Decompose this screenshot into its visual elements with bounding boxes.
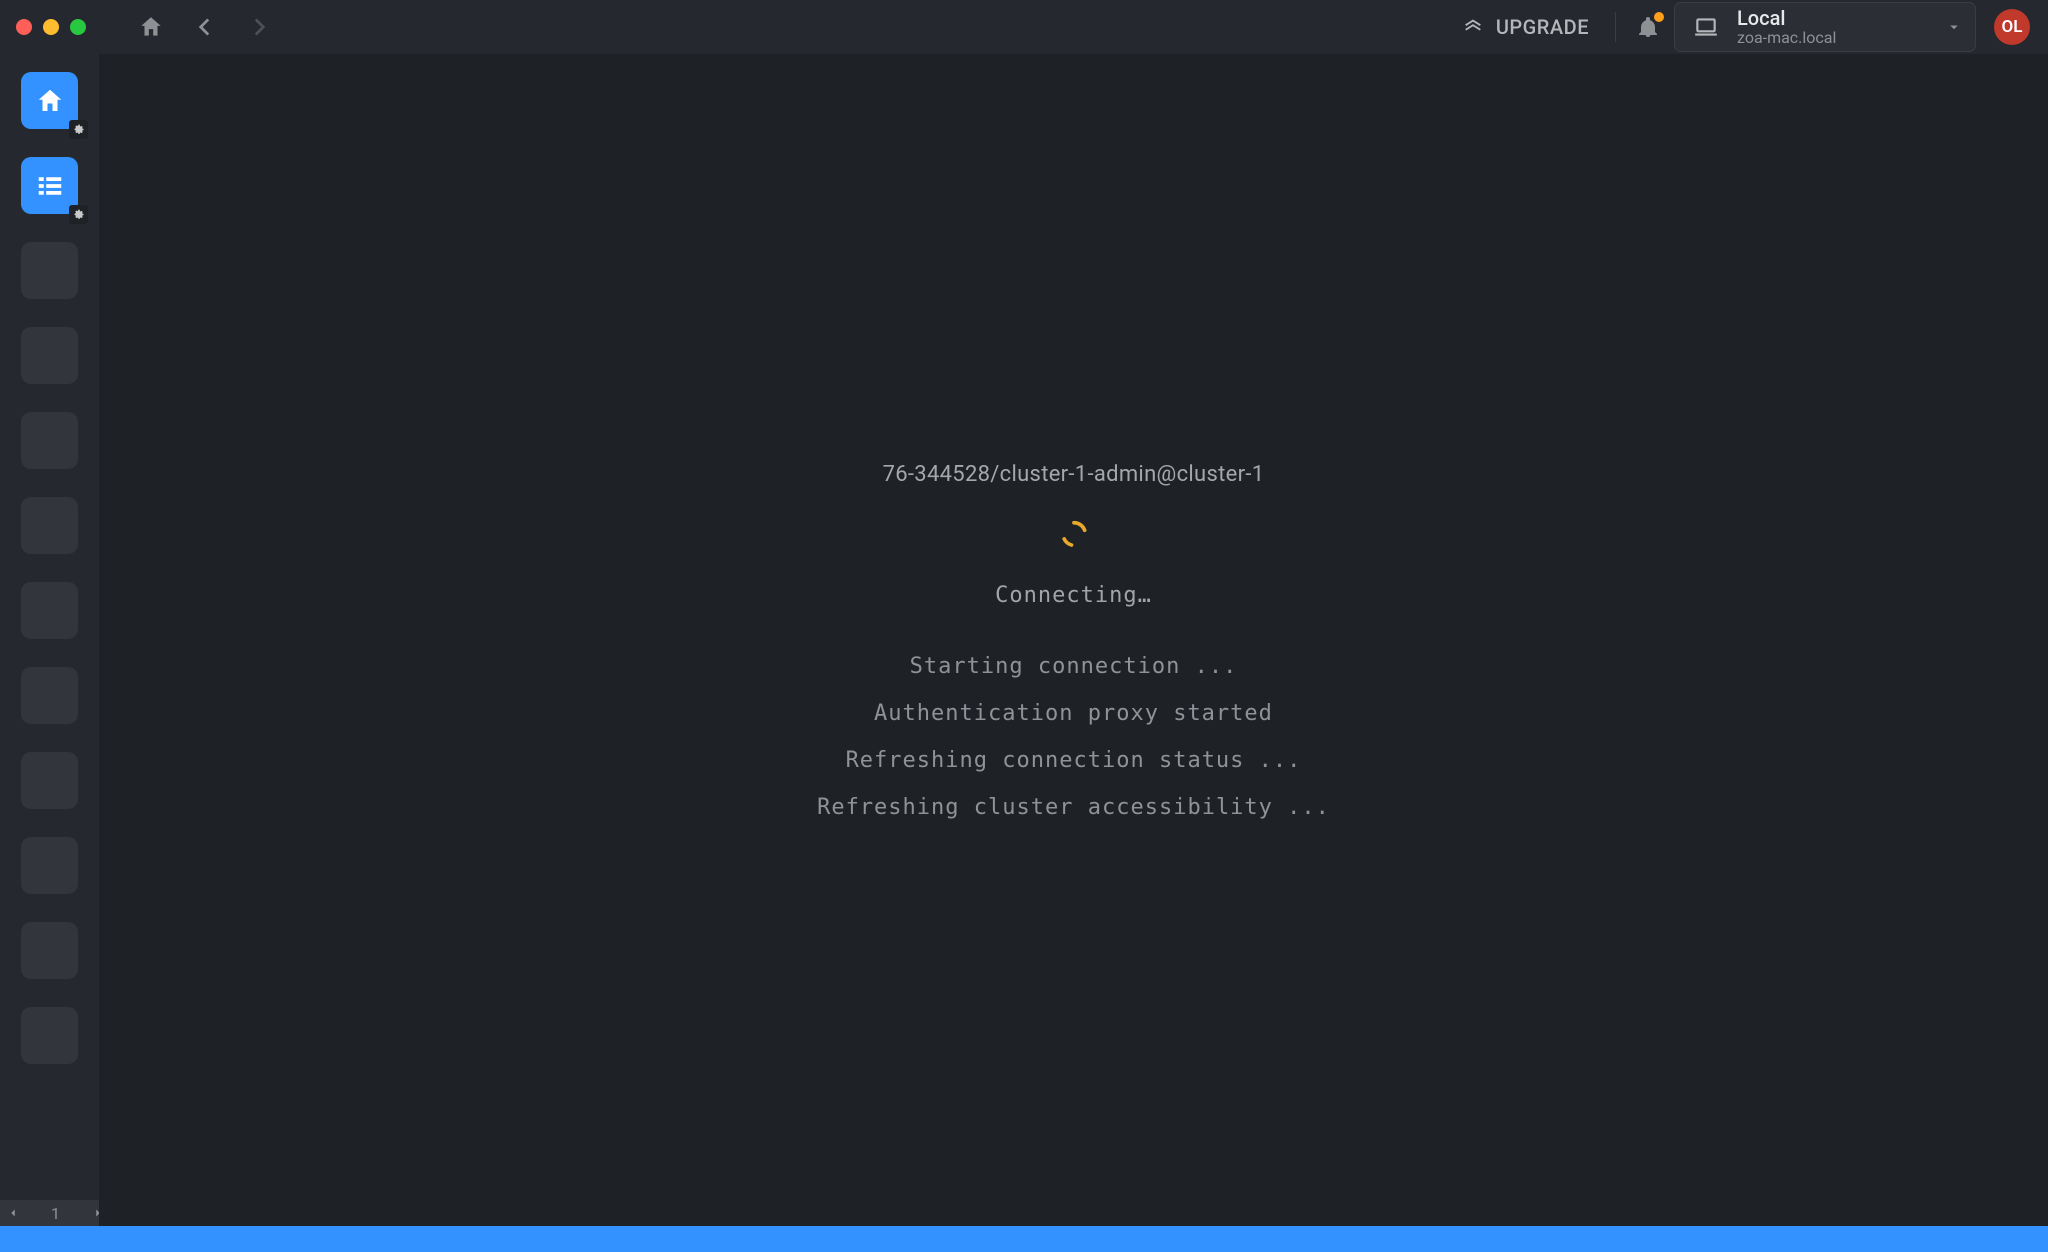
connecting-label: Connecting… — [995, 583, 1152, 608]
upgrade-button[interactable]: UPGRADE — [1462, 15, 1589, 39]
status-bar — [0, 1226, 2048, 1252]
sidebar-slot-8[interactable] — [21, 667, 78, 724]
sidebar-slot-5[interactable] — [21, 412, 78, 469]
back-icon[interactable] — [192, 14, 218, 40]
spinner-icon — [1059, 519, 1089, 549]
host-sub: zoa-mac.local — [1737, 29, 1927, 47]
upgrade-label: UPGRADE — [1496, 15, 1589, 39]
host-title: Local — [1737, 7, 1927, 29]
sidebar-slot-3[interactable] — [21, 242, 78, 299]
chevron-down-icon — [1945, 18, 1963, 36]
sidebar-overview-button[interactable] — [21, 157, 78, 214]
gear-icon[interactable] — [69, 205, 88, 224]
sidebar-slot-6[interactable] — [21, 497, 78, 554]
laptop-icon — [1693, 14, 1719, 40]
titlebar: UPGRADE Local zoa-mac.local OL — [0, 0, 2048, 54]
sidebar-slot-12[interactable] — [21, 1007, 78, 1064]
connection-log: Starting connection ... Authentication p… — [817, 654, 1330, 820]
notification-badge — [1654, 12, 1664, 22]
window-minimize-button[interactable] — [43, 19, 59, 35]
sidebar-home-button[interactable] — [21, 72, 78, 129]
pager-page: 1 — [51, 1204, 60, 1223]
log-line: Authentication proxy started — [874, 701, 1273, 726]
pager-prev[interactable] — [6, 1206, 20, 1220]
upgrade-icon — [1462, 16, 1484, 38]
titlebar-separator — [1615, 12, 1616, 42]
window-close-button[interactable] — [16, 19, 32, 35]
log-line: Starting connection ... — [910, 654, 1238, 679]
host-switch-text: Local zoa-mac.local — [1737, 7, 1927, 47]
window-controls — [16, 19, 86, 35]
log-line: Refreshing connection status ... — [846, 748, 1302, 773]
window-zoom-button[interactable] — [70, 19, 86, 35]
avatar-initials: OL — [2002, 17, 2023, 37]
cluster-identifier: 76-344528/cluster-1-admin@cluster-1 — [883, 462, 1265, 487]
toolstrip — [0, 54, 99, 1226]
sidebar-slot-11[interactable] — [21, 922, 78, 979]
forward-icon — [246, 14, 272, 40]
notifications-button[interactable] — [1636, 15, 1660, 39]
sidebar-slot-10[interactable] — [21, 837, 78, 894]
gear-icon[interactable] — [69, 120, 88, 139]
sidebar-slot-4[interactable] — [21, 327, 78, 384]
avatar[interactable]: OL — [1994, 9, 2030, 45]
log-line: Refreshing cluster accessibility ... — [817, 795, 1330, 820]
pager: 1 — [0, 1200, 111, 1226]
host-switcher[interactable]: Local zoa-mac.local — [1674, 2, 1976, 52]
nav-buttons — [138, 14, 272, 40]
home-icon[interactable] — [138, 14, 164, 40]
sidebar-slot-7[interactable] — [21, 582, 78, 639]
main-content: 76-344528/cluster-1-admin@cluster-1 Conn… — [99, 54, 2048, 1226]
sidebar-slot-9[interactable] — [21, 752, 78, 809]
